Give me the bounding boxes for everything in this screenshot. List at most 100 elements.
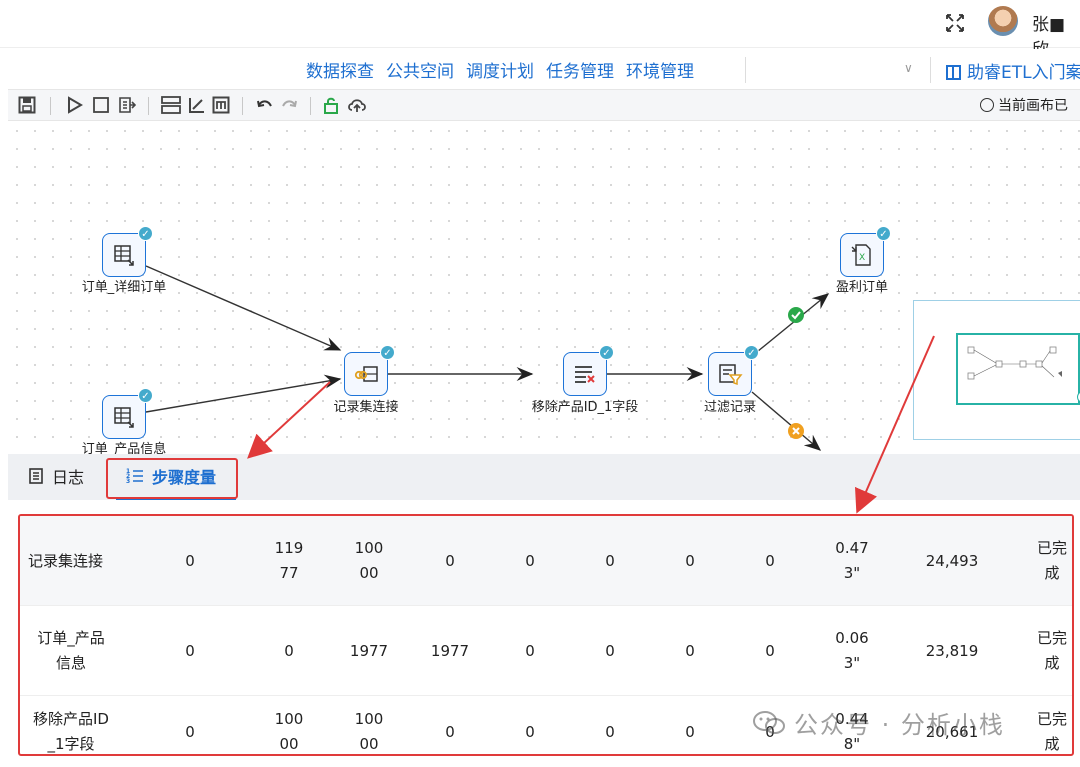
node-success-icon: ✓ — [380, 345, 395, 360]
node-join[interactable]: ✓ — [344, 345, 395, 396]
help-guide-link[interactable]: 助睿ETL入门案 — [946, 58, 1080, 83]
nav-item-data-explore[interactable]: 数据探查 — [306, 57, 374, 82]
node-product-info[interactable]: ✓ — [102, 388, 153, 439]
table-row[interactable]: 记录集连接 0 11977 10000 0 0 0 0 0 0.473" 24,… — [20, 516, 1072, 606]
align-icon[interactable] — [186, 94, 208, 116]
cell-value: 0 — [765, 641, 775, 660]
filter-icon — [719, 364, 743, 386]
canvas-status: 当前画布已 — [980, 95, 1068, 115]
fullscreen-icon[interactable] — [944, 12, 966, 34]
redo-icon[interactable] — [278, 94, 300, 116]
minimap-viewport[interactable] — [956, 333, 1080, 405]
workflow-canvas[interactable]: ✓ 订单_详细订单 ✓ 订单_产品信息 ✓ 记录集连接 ✓ 移除产品ID_1字段… — [8, 122, 1080, 454]
cell-value: 0 — [605, 722, 615, 741]
nav-item-public-space[interactable]: 公共空间 — [386, 57, 454, 82]
node-profit-order[interactable]: X ✓ — [840, 226, 891, 277]
node-success-icon: ✓ — [744, 345, 759, 360]
node-filter[interactable]: ✓ — [708, 345, 759, 396]
undo-icon[interactable] — [254, 94, 276, 116]
cell-value: 0 — [185, 722, 195, 741]
cell-value: 0 — [685, 551, 695, 570]
cell-value: 0 — [685, 722, 695, 741]
cell-value: 0 — [605, 551, 615, 570]
nav-divider — [930, 57, 931, 83]
edge-order-detail-to-join[interactable] — [145, 265, 342, 351]
cell-value: 11977 — [274, 539, 304, 582]
node-success-icon: ✓ — [599, 345, 614, 360]
svg-text:X: X — [859, 253, 865, 263]
cell-status: 已完成 — [1036, 629, 1067, 672]
annotation-box-tab — [106, 458, 238, 499]
watermark-text: 公众号 · 分析小栈 — [794, 711, 1005, 739]
cell-value: 0 — [525, 641, 535, 660]
cell-value: 0 — [445, 722, 455, 741]
check-circle-icon — [980, 98, 994, 112]
cell-duration: 0.063" — [835, 629, 869, 672]
stop-icon[interactable] — [90, 94, 112, 116]
node-label: 盈利订单 — [835, 280, 889, 295]
tab-log[interactable]: 日志 — [28, 464, 84, 488]
table-row[interactable]: 订单_产品信息 0 0 1977 1977 0 0 0 0 0.063" 23,… — [20, 606, 1072, 696]
canvas-status-text: 当前画布已 — [998, 98, 1068, 114]
nav-item-schedule[interactable]: 调度计划 — [466, 57, 534, 82]
book-icon — [946, 65, 961, 80]
canvas-toolbar: 当前画布已 — [8, 89, 1080, 121]
cell-speed: 24,493 — [925, 551, 979, 570]
top-bar: 张■欣 — [0, 0, 1080, 60]
edge-filter-to-reject[interactable] — [751, 391, 822, 451]
true-branch-icon — [788, 307, 804, 323]
cell-status: 已完成 — [1036, 710, 1067, 753]
node-label: 移除产品ID_1字段 — [531, 400, 639, 415]
wechat-icon — [753, 710, 785, 734]
cell-step-name: 订单_产品信息 — [37, 629, 105, 672]
layout-icon[interactable] — [160, 94, 182, 116]
node-order-detail[interactable]: ✓ — [102, 226, 153, 277]
help-guide-label: 助睿ETL入门案 — [967, 63, 1080, 83]
nav-item-environment[interactable]: 环境管理 — [626, 57, 694, 82]
avatar[interactable] — [988, 6, 1018, 36]
nav-items: 数据探查 公共空间 调度计划 任务管理 环境管理 — [306, 57, 694, 82]
excel-output-icon: X — [851, 244, 871, 266]
nav-item-task-management[interactable]: 任务管理 — [546, 57, 614, 82]
node-success-icon: ✓ — [138, 226, 153, 241]
table-input-icon — [114, 245, 134, 266]
export-icon[interactable] — [116, 94, 138, 116]
cell-value: 10000 — [274, 710, 304, 753]
cell-value: 0 — [525, 551, 535, 570]
node-label: 订单_产品信息 — [81, 442, 167, 454]
cell-value: 1977 — [430, 641, 470, 660]
cell-step-name: 记录集连接 — [28, 551, 104, 570]
cell-value: 0 — [605, 641, 615, 660]
cell-step-name: 移除产品ID_1字段 — [33, 710, 109, 753]
toolbar-divider — [310, 97, 311, 115]
node-label: 过滤记录 — [703, 400, 757, 415]
remove-field-icon — [575, 366, 595, 383]
cell-value: 0 — [445, 551, 455, 570]
cell-value: 10000 — [354, 710, 384, 753]
toolbar-divider — [242, 97, 243, 115]
cell-value: 0 — [284, 641, 294, 660]
node-label: 订单_详细订单 — [81, 280, 167, 295]
watermark: 公众号 · 分析小栈 — [752, 705, 1005, 740]
table-input-icon — [114, 407, 134, 428]
node-remove-field[interactable]: ✓ — [563, 345, 614, 396]
join-icon — [354, 366, 378, 382]
cell-value: 0 — [185, 551, 195, 570]
save-icon[interactable] — [16, 94, 38, 116]
chevron-down-icon[interactable]: ∨ — [904, 61, 913, 75]
tab-log-label: 日志 — [52, 468, 85, 487]
lock-icon[interactable] — [320, 94, 342, 116]
cell-value: 10000 — [354, 539, 384, 582]
cloud-upload-icon[interactable] — [346, 94, 368, 116]
cell-value: 0 — [685, 641, 695, 660]
grid-icon[interactable] — [210, 94, 232, 116]
node-success-icon: ✓ — [876, 226, 891, 241]
cell-value: 0 — [765, 551, 775, 570]
canvas-minimap[interactable] — [913, 300, 1080, 440]
cell-value: 1977 — [349, 641, 389, 660]
cell-value: 0 — [185, 641, 195, 660]
edge-product-info-to-join[interactable] — [145, 374, 342, 413]
run-icon[interactable] — [64, 94, 86, 116]
edge-filter-to-profit[interactable] — [751, 293, 830, 357]
nav-divider — [745, 57, 746, 83]
